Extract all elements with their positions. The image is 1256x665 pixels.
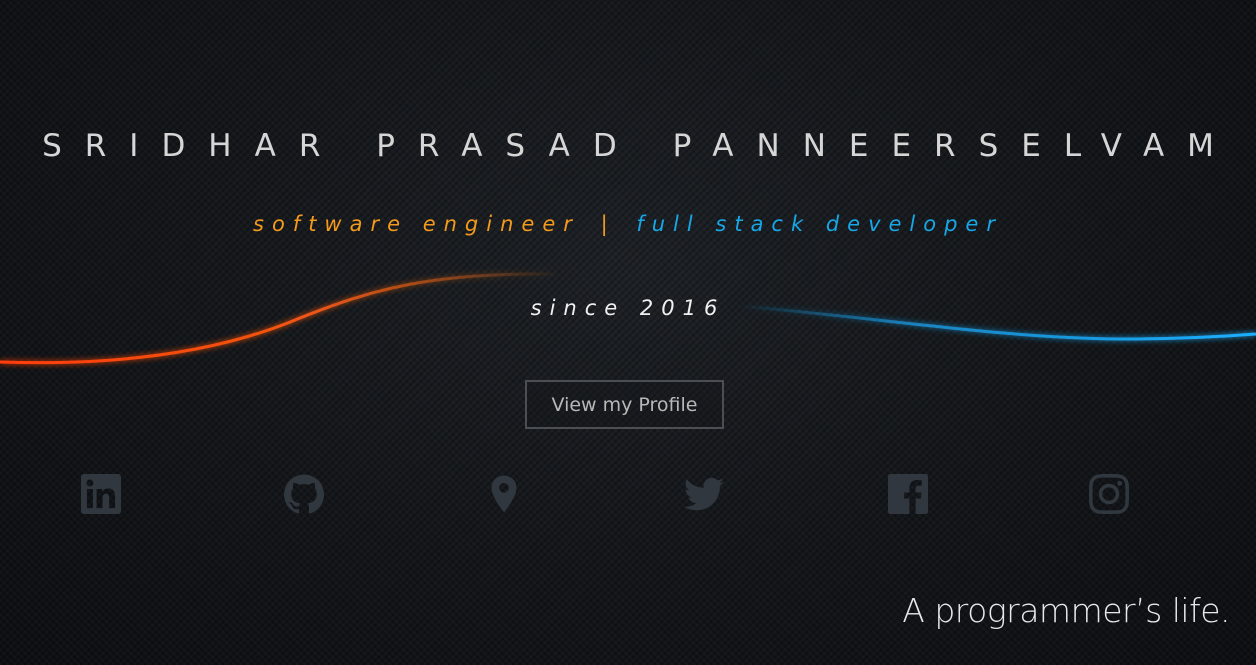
linkedin-icon: [81, 474, 121, 514]
light-waves-decoration: [0, 272, 1256, 365]
instagram-icon: [1089, 474, 1129, 514]
page-title: SRIDHAR PRASAD PANNEERSELVAM: [42, 128, 1237, 164]
signature-text: A programmer’s life.: [902, 591, 1230, 630]
social-links: [0, 472, 1256, 516]
tagline: software engineer | full stack developer: [0, 212, 1256, 236]
since-year: since 2016: [530, 296, 726, 320]
role-secondary: full stack developer: [636, 212, 1003, 236]
facebook-icon: [888, 474, 928, 514]
twitter-link[interactable]: [682, 472, 726, 516]
github-link[interactable]: [282, 472, 326, 516]
location-link[interactable]: [482, 472, 526, 516]
location-pin-icon: [491, 475, 517, 513]
linkedin-link[interactable]: [79, 472, 123, 516]
instagram-link[interactable]: [1087, 472, 1131, 516]
view-profile-button[interactable]: View my Profile: [525, 380, 724, 429]
role-primary: software engineer: [253, 212, 580, 236]
facebook-link[interactable]: [886, 472, 930, 516]
twitter-icon: [684, 477, 724, 511]
role-separator: |: [600, 212, 616, 236]
github-icon: [284, 474, 324, 514]
